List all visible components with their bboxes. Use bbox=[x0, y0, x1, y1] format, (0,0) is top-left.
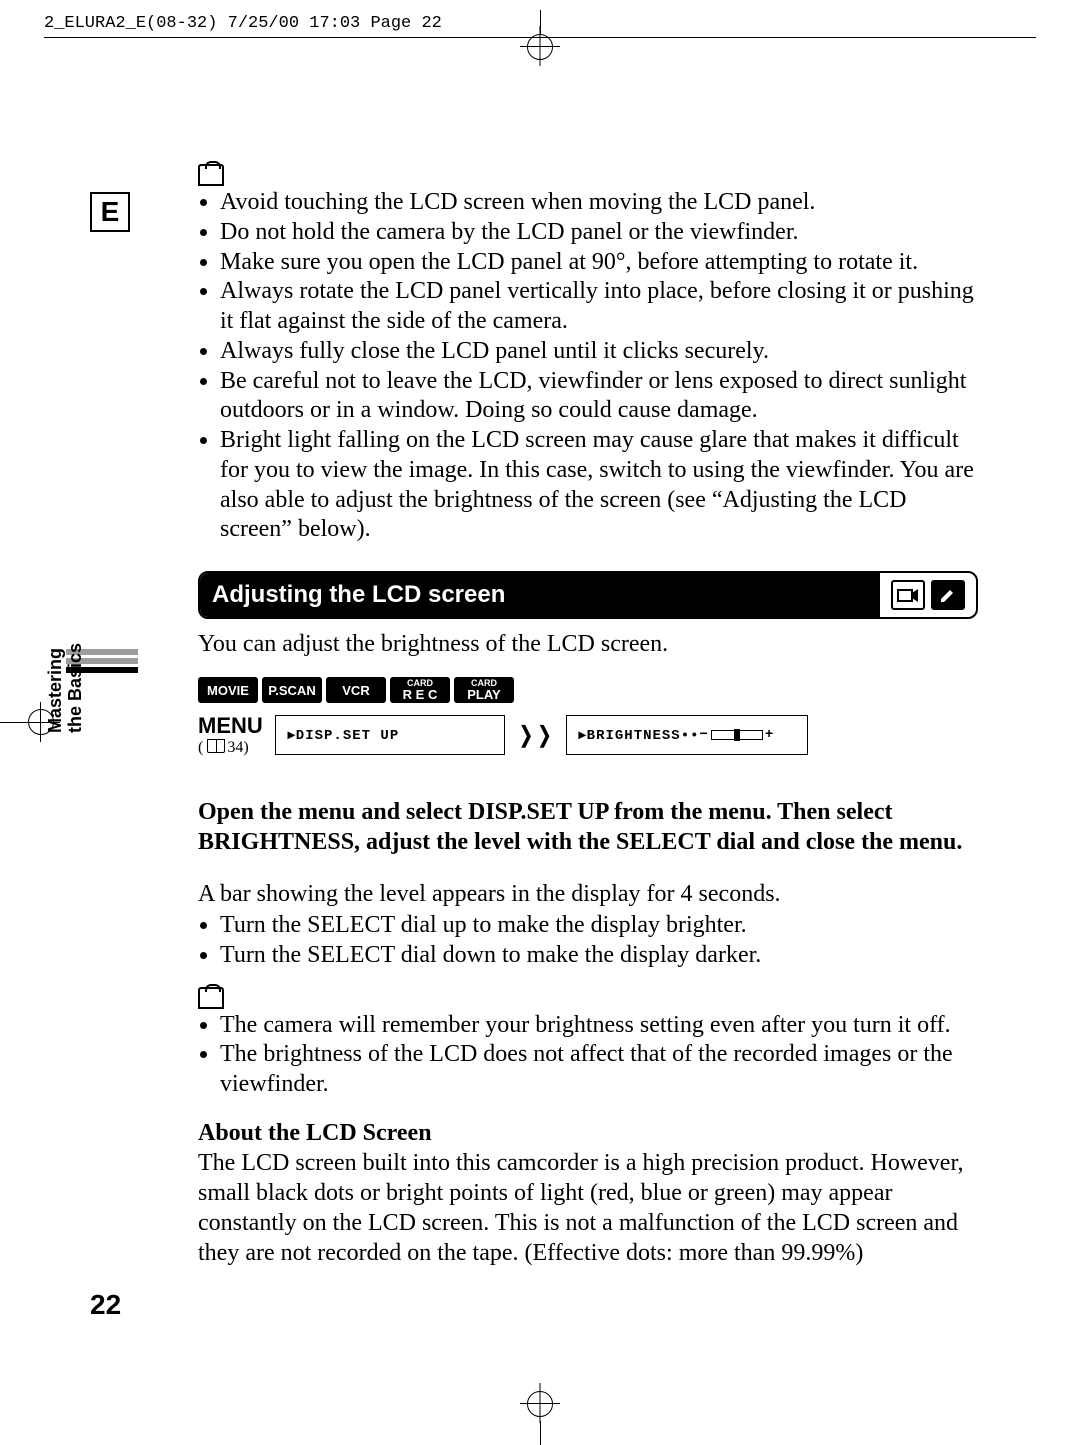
note-item: Always rotate the LCD panel vertically i… bbox=[220, 277, 978, 337]
note-item: Do not hold the camera by the LCD panel … bbox=[220, 218, 978, 248]
pencil-icon bbox=[931, 580, 965, 610]
mode-chip-movie: MOVIE bbox=[198, 677, 258, 703]
mode-chip-card-play: CARD PLAY bbox=[454, 677, 514, 703]
note-icon bbox=[198, 987, 224, 1009]
double-arrow-icon: ❭❭ bbox=[517, 722, 554, 748]
note-item: Avoid touching the LCD screen when movin… bbox=[220, 188, 978, 218]
registration-mark-left bbox=[0, 702, 60, 742]
menu-label: MENU bbox=[198, 713, 263, 739]
note-item: Always fully close the LCD panel until i… bbox=[220, 337, 978, 367]
dial-item: Turn the SELECT dial down to make the di… bbox=[220, 941, 978, 971]
menu-box-brightness: ▸BRIGHTNESS•• − + bbox=[566, 715, 808, 755]
note-item: Be careful not to leave the LCD, viewfin… bbox=[220, 367, 978, 427]
language-indicator: E bbox=[90, 192, 130, 232]
side-tab: Mastering the Basics bbox=[66, 649, 138, 721]
menu-page-ref: ( 34) bbox=[198, 739, 263, 757]
note-item: The camera will remember your brightness… bbox=[220, 1011, 978, 1041]
intro-text: You can adjust the brightness of the LCD… bbox=[198, 629, 978, 659]
note-item: Bright light falling on the LCD screen m… bbox=[220, 426, 978, 545]
mode-chip-card-rec: CARD R E C bbox=[390, 677, 450, 703]
note-item: Make sure you open the LCD panel at 90°,… bbox=[220, 248, 978, 278]
header-slug: 2_ELURA2_E(08-32) 7/25/00 17:03 Page 22 bbox=[44, 14, 442, 33]
note-list-2: The camera will remember your brightness… bbox=[198, 1011, 978, 1100]
dial-list: Turn the SELECT dial up to make the disp… bbox=[198, 911, 978, 971]
mode-chip-row: MOVIE P.SCAN VCR CARD R E C CARD PLAY bbox=[198, 677, 978, 703]
menu-label-block: MENU ( 34) bbox=[198, 713, 263, 757]
about-heading: About the LCD Screen bbox=[198, 1118, 978, 1148]
bold-instruction: Open the menu and select DISP.SET UP fro… bbox=[198, 797, 978, 857]
menu-box-dispsetup: ▸DISP.SET UP bbox=[275, 715, 505, 755]
about-body: The LCD screen built into this camcorder… bbox=[198, 1148, 978, 1268]
section-heading-bar: Adjusting the LCD screen bbox=[198, 571, 978, 619]
mode-chip-vcr: VCR bbox=[326, 677, 386, 703]
note-list-1: Avoid touching the LCD screen when movin… bbox=[198, 188, 978, 545]
menu-navigation-row: MENU ( 34) ▸DISP.SET UP ❭❭ ▸BRIGHTNESS••… bbox=[198, 713, 978, 757]
page-number: 22 bbox=[90, 1289, 121, 1321]
note-item: The brightness of the LCD does not affec… bbox=[220, 1040, 978, 1100]
section-heading: Adjusting the LCD screen bbox=[200, 573, 880, 617]
page-content: Avoid touching the LCD screen when movin… bbox=[198, 164, 978, 1268]
brightness-bar-icon bbox=[711, 730, 763, 740]
mode-chip-pscan: P.SCAN bbox=[262, 677, 322, 703]
registration-mark-bottom bbox=[520, 1383, 560, 1433]
registration-mark-top bbox=[520, 32, 560, 72]
camera-icon bbox=[891, 580, 925, 610]
note-icon bbox=[198, 164, 224, 186]
book-icon bbox=[207, 739, 225, 753]
dial-item: Turn the SELECT dial up to make the disp… bbox=[220, 911, 978, 941]
bar-behavior-text: A bar showing the level appears in the d… bbox=[198, 879, 978, 909]
